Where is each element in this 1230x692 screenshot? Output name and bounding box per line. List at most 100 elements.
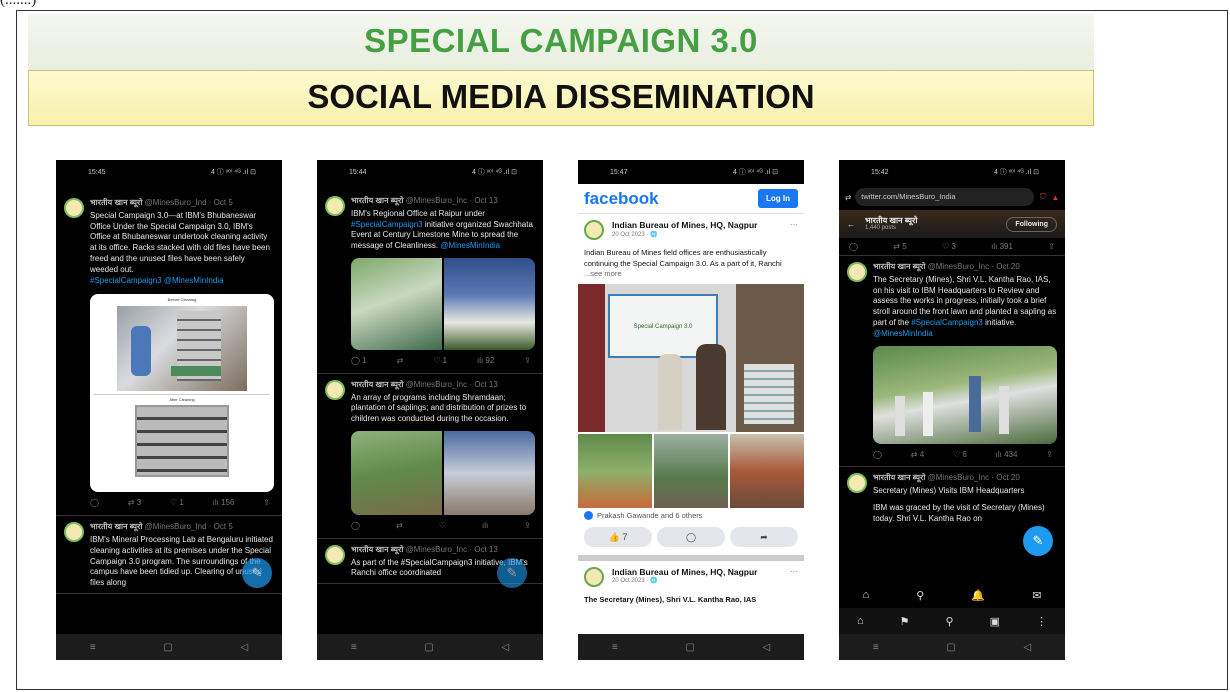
avatar[interactable] [325,544,345,565]
recent-apps-icon[interactable]: ≡ [90,642,96,653]
site-settings-icon[interactable]: ⇄ [845,193,851,202]
avatar[interactable] [325,379,345,400]
tweet[interactable]: भारतीय खान ब्यूरो @MinesBuro_Ind · Oct 5… [56,184,282,517]
views-icon[interactable]: ılı [482,521,488,532]
mention-link[interactable]: @MinesMinIndia [440,241,500,250]
more-options-icon[interactable]: ··· [790,220,798,240]
recent-apps-icon[interactable]: ≡ [873,642,879,653]
see-more-link[interactable]: ...see more [584,269,622,278]
tweet-image[interactable] [351,257,535,350]
home-tab-icon[interactable]: ⌂ [863,589,870,601]
reply-icon[interactable]: ◯ [849,242,858,251]
tweet-author[interactable]: भारतीय खान ब्यूरो [90,198,142,207]
back-icon[interactable]: ◁ [762,642,770,653]
share-button[interactable]: ➦ [730,526,798,547]
following-button[interactable]: Following [1006,216,1057,232]
tabs-icon[interactable]: ▣ [990,615,1000,628]
tweet-author[interactable]: भारतीय खान ब्यूरो [351,545,403,554]
comment-button[interactable]: ◯ [657,526,725,547]
tweet-author[interactable]: भारतीय खान ब्यूरो [351,196,403,205]
retweet-icon[interactable]: ⇄ [396,521,403,532]
like-icon[interactable]: ♡ 1 [170,498,184,509]
more-options-icon[interactable]: ··· [790,567,798,587]
like-button[interactable]: 👍 7 [584,526,652,547]
tweet-author[interactable]: भारतीय खान ब्यूरो [873,262,925,271]
like-icon[interactable]: ♡ 1 [433,356,447,367]
avatar[interactable] [325,196,345,216]
page-name[interactable]: Indian Bureau of Mines, HQ, Nagpur [612,220,790,231]
back-arrow-icon[interactable]: ← [847,220,855,229]
back-icon[interactable]: ◁ [501,642,509,653]
hashtag-link[interactable]: #SpecialCampaign3 [911,318,983,327]
share-icon[interactable]: ⇪ [263,498,270,509]
tweet-author[interactable]: भारतीय खान ब्यूरो [90,522,142,531]
messages-tab-icon[interactable]: ✉ [1032,589,1041,602]
home-icon[interactable]: ▢ [685,642,694,653]
avatar[interactable] [847,262,867,282]
views-icon[interactable]: ılı 391 [991,242,1013,251]
compose-fab-icon[interactable]: ✎ [242,558,272,588]
like-icon[interactable]: ♡ [439,521,446,532]
post-photo-main[interactable]: Special Campaign 3.0 [578,283,804,432]
tweet[interactable]: भारतीय खान ब्यूरो @MinesBuro_Inc · Oct 2… [839,467,1065,528]
home-icon[interactable]: ▢ [946,642,955,653]
tweet[interactable]: भारतीय खान ब्यूरो @MinesBuro_Inc · Oct 1… [317,184,543,374]
avatar[interactable] [64,522,84,543]
back-icon[interactable]: ◁ [240,642,248,653]
views-icon[interactable]: ılı 92 [477,356,494,367]
tweet-image[interactable]: Before Cleaning After Cleaning [90,294,274,493]
search-tab-icon[interactable]: ⚲ [916,589,924,602]
login-button[interactable]: Log In [758,189,798,208]
tweet-image[interactable] [873,345,1057,444]
share-icon[interactable]: ⇪ [1046,450,1053,461]
tweet[interactable]: भारतीय खान ब्यूरो @MinesBuro_Inc · Oct 2… [839,256,1065,468]
compose-fab-icon[interactable]: ✎ [1023,526,1053,556]
mention-link[interactable]: @MinesMinIndia [873,329,933,338]
share-icon[interactable]: ⇪ [524,521,531,532]
views-icon[interactable]: ılı 156 [213,498,235,509]
avatar[interactable] [64,198,84,218]
url-field[interactable]: twitter.com/MinesBuro_India [855,188,1034,206]
menu-icon[interactable]: ⋮ [1036,615,1047,628]
compose-fab-icon[interactable]: ✎ [497,558,527,588]
tweet[interactable]: भारतीय खान ब्यूरो @MinesBuro_Inc · Oct 1… [317,374,543,539]
reply-icon[interactable]: ◯ [90,498,99,509]
tweet-image[interactable] [351,430,535,515]
retweet-icon[interactable]: ⇄ 5 [893,242,906,251]
reply-icon[interactable]: ◯ [351,521,360,532]
tweet-author[interactable]: भारतीय खान ब्यूरो [351,380,403,389]
retweet-icon[interactable]: ⇄ 4 [911,450,924,461]
hashtag-link[interactable]: #SpecialCampaign3 [351,220,423,229]
recent-apps-icon[interactable]: ≡ [351,642,357,653]
like-icon[interactable]: ♡ 3 [942,242,956,251]
views-icon[interactable]: ılı 434 [996,450,1018,461]
facebook-logo[interactable]: facebook [584,189,659,209]
home-icon[interactable]: ▢ [424,642,433,653]
page-name[interactable]: Indian Bureau of Mines, HQ, Nagpur [612,567,790,578]
home-icon[interactable]: ▢ [163,642,172,653]
browser-search-icon[interactable]: ⚲ [946,615,954,628]
tweet-hashtags[interactable]: #SpecialCampaign3 @MinesMinIndia [90,276,274,287]
post-photo-grid[interactable] [578,433,804,508]
avatar[interactable] [847,473,867,494]
page-avatar[interactable] [584,220,604,240]
page-avatar[interactable] [584,566,604,587]
browser-home-icon[interactable]: ⌂ [857,615,864,627]
rewards-icon[interactable]: ▲ [1052,193,1059,202]
reactions-row[interactable]: Prakash Gawande and 6 others [578,508,804,523]
brave-shield-icon[interactable]: ⛉ [1040,192,1046,202]
reply-icon[interactable]: ◯ 1 [351,356,367,367]
tweet-author[interactable]: भारतीय खान ब्यूरो [873,473,925,482]
retweet-icon[interactable]: ⇄ [397,356,404,367]
share-icon[interactable]: ⇪ [1048,242,1055,251]
like-icon[interactable]: ♡ 6 [953,450,967,461]
tweet-text-part: IBM's Regional Office at Raipur under [351,208,485,218]
share-icon[interactable]: ⇪ [524,356,531,367]
reply-icon[interactable]: ◯ [873,450,882,461]
recent-apps-icon[interactable]: ≡ [612,642,618,653]
photo-prizes [444,430,535,515]
notifications-tab-icon[interactable]: 🔔 [971,589,985,602]
back-icon[interactable]: ◁ [1023,642,1031,653]
retweet-icon[interactable]: ⇄ 3 [128,498,141,509]
bookmark-icon[interactable]: ⚑ [900,615,910,628]
